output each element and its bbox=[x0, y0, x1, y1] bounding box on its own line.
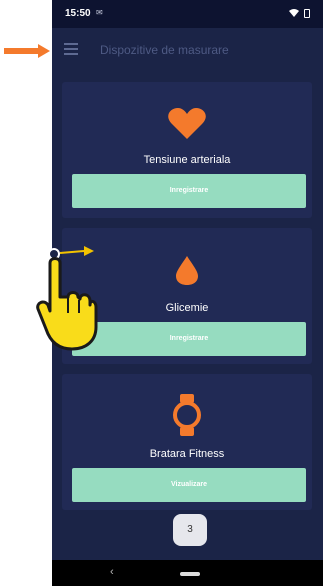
battery-icon bbox=[304, 9, 310, 18]
device-card-glicemie: Glicemie Inregistrare bbox=[62, 228, 312, 364]
status-time: 15:50 bbox=[65, 8, 91, 19]
navigation-bar: ‹ bbox=[52, 560, 323, 586]
inregistrare-button[interactable]: Inregistrare bbox=[72, 322, 306, 356]
back-chevron-icon[interactable]: ‹ bbox=[110, 566, 114, 578]
hand-pointer-icon bbox=[36, 246, 98, 351]
inregistrare-button[interactable]: Inregistrare bbox=[72, 174, 306, 208]
hamburger-menu-icon[interactable] bbox=[64, 43, 78, 55]
orange-arrow-icon bbox=[4, 44, 50, 58]
wifi-icon bbox=[289, 9, 299, 17]
page-indicator: 3 bbox=[173, 514, 207, 546]
vizualizare-button[interactable]: Vizualizare bbox=[72, 468, 306, 502]
watch-icon bbox=[173, 394, 201, 436]
card-title: Tensiune arteriala bbox=[143, 154, 231, 166]
heart-icon bbox=[168, 108, 206, 139]
app-bar: Dispozitive de masurare bbox=[52, 28, 323, 74]
page-title: Dispozitive de masurare bbox=[100, 43, 229, 57]
card-title: Glicemie bbox=[165, 302, 209, 314]
status-bar: 15:50 ✉ bbox=[52, 0, 323, 28]
home-pill-icon[interactable] bbox=[180, 572, 200, 576]
drop-icon bbox=[176, 256, 198, 285]
mail-icon: ✉ bbox=[96, 8, 103, 17]
device-card-bratara: Bratara Fitness Vizualizare bbox=[62, 374, 312, 510]
card-title: Bratara Fitness bbox=[149, 448, 225, 460]
device-card-tensiune: Tensiune arteriala Inregistrare bbox=[62, 82, 312, 218]
